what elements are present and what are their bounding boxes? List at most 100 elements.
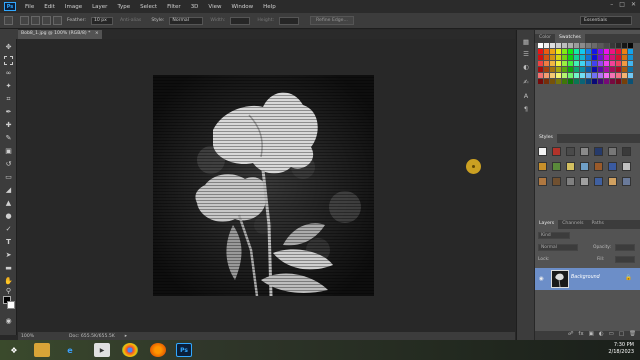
swatch[interactable] bbox=[544, 49, 549, 54]
menu-help[interactable]: Help bbox=[258, 4, 281, 10]
hand-tool-icon[interactable]: ✋ bbox=[4, 277, 13, 286]
menu-3d[interactable]: 3D bbox=[186, 4, 204, 10]
blend-mode-select[interactable]: Normal bbox=[538, 244, 578, 251]
swatch[interactable] bbox=[628, 43, 633, 48]
system-tray-clock[interactable]: 7:30 PM 2/18/2023 bbox=[608, 342, 634, 356]
file-explorer-icon[interactable] bbox=[34, 343, 50, 357]
swatch[interactable] bbox=[580, 73, 585, 78]
marquee-preset-icon[interactable] bbox=[4, 16, 13, 25]
style-preset[interactable] bbox=[594, 162, 603, 171]
close-icon[interactable]: ✕ bbox=[631, 1, 636, 8]
lasso-tool-icon[interactable]: ∞ bbox=[4, 69, 13, 78]
path-selection-tool-icon[interactable]: ➤ bbox=[4, 251, 13, 260]
swatch[interactable] bbox=[622, 67, 627, 72]
swatch[interactable] bbox=[562, 79, 567, 84]
swatch[interactable] bbox=[538, 79, 543, 84]
add-selection-icon[interactable] bbox=[31, 16, 40, 25]
swatch[interactable] bbox=[556, 55, 561, 60]
new-selection-icon[interactable] bbox=[20, 16, 29, 25]
swatch[interactable] bbox=[568, 79, 573, 84]
style-preset[interactable] bbox=[538, 162, 547, 171]
layer-row-background[interactable]: ◉ Background 🔒 bbox=[535, 268, 640, 290]
swatch[interactable] bbox=[562, 73, 567, 78]
swatch[interactable] bbox=[610, 67, 615, 72]
style-select[interactable]: Normal bbox=[169, 16, 204, 25]
styles-grid[interactable] bbox=[538, 147, 636, 207]
swatch[interactable] bbox=[562, 55, 567, 60]
swatch[interactable] bbox=[616, 55, 621, 60]
swatch[interactable] bbox=[622, 61, 627, 66]
swatch[interactable] bbox=[628, 49, 633, 54]
swatch[interactable] bbox=[544, 67, 549, 72]
zoom-tool-icon[interactable]: ⚲ bbox=[4, 287, 13, 296]
style-preset[interactable] bbox=[580, 177, 589, 186]
swatch[interactable] bbox=[562, 61, 567, 66]
swatch[interactable] bbox=[610, 61, 615, 66]
workspace-select[interactable]: Essentials bbox=[580, 16, 632, 25]
swatch[interactable] bbox=[610, 49, 615, 54]
tab-channels[interactable]: Channels bbox=[558, 220, 587, 229]
style-preset[interactable] bbox=[552, 162, 561, 171]
swatch[interactable] bbox=[574, 61, 579, 66]
swatch[interactable] bbox=[586, 49, 591, 54]
swatch[interactable] bbox=[568, 43, 573, 48]
swatch[interactable] bbox=[610, 43, 615, 48]
eraser-tool-icon[interactable]: ▭ bbox=[4, 173, 13, 182]
background-color-swatch[interactable] bbox=[7, 301, 15, 309]
swatch[interactable] bbox=[544, 43, 549, 48]
minimize-icon[interactable]: – bbox=[610, 1, 613, 8]
swatch[interactable] bbox=[562, 43, 567, 48]
swatch[interactable] bbox=[538, 43, 543, 48]
menu-type[interactable]: Type bbox=[112, 4, 135, 10]
swatch[interactable] bbox=[604, 61, 609, 66]
swatch[interactable] bbox=[598, 55, 603, 60]
intersect-selection-icon[interactable] bbox=[53, 16, 62, 25]
swatch[interactable] bbox=[586, 67, 591, 72]
swatch[interactable] bbox=[586, 61, 591, 66]
group-icon[interactable]: ▭ bbox=[609, 331, 614, 340]
document-tab[interactable]: Bob8_1.jpg @ 100% (RGB/8) * × bbox=[18, 30, 102, 39]
tab-color[interactable]: Color bbox=[535, 34, 555, 43]
style-preset[interactable] bbox=[622, 147, 631, 156]
style-preset[interactable] bbox=[622, 177, 631, 186]
document-image[interactable] bbox=[153, 75, 374, 296]
swatch[interactable] bbox=[538, 55, 543, 60]
internet-explorer-icon[interactable]: e bbox=[62, 343, 78, 357]
link-layers-icon[interactable]: ☍ bbox=[568, 331, 574, 340]
swatch[interactable] bbox=[622, 43, 627, 48]
style-preset[interactable] bbox=[608, 147, 617, 156]
swatch[interactable] bbox=[550, 49, 555, 54]
swatch[interactable] bbox=[580, 49, 585, 54]
swatch[interactable] bbox=[586, 73, 591, 78]
mask-icon[interactable]: ▣ bbox=[589, 331, 594, 340]
swatch[interactable] bbox=[622, 73, 627, 78]
swatch[interactable] bbox=[598, 49, 603, 54]
swatch[interactable] bbox=[550, 67, 555, 72]
swatch[interactable] bbox=[604, 67, 609, 72]
swatch[interactable] bbox=[574, 73, 579, 78]
feather-input[interactable]: 10 px bbox=[90, 16, 113, 25]
brush-tool-icon[interactable]: ✎ bbox=[4, 134, 13, 143]
swatch[interactable] bbox=[628, 73, 633, 78]
antialias-checkbox[interactable]: Anti-alias bbox=[120, 18, 141, 23]
swatch[interactable] bbox=[628, 67, 633, 72]
swatch[interactable] bbox=[556, 73, 561, 78]
swatch[interactable] bbox=[556, 49, 561, 54]
swatch[interactable] bbox=[598, 43, 603, 48]
swatch[interactable] bbox=[574, 43, 579, 48]
swatch[interactable] bbox=[580, 61, 585, 66]
paragraph-panel-icon[interactable]: ¶ bbox=[521, 105, 531, 114]
refine-edge-button[interactable]: Refine Edge... bbox=[310, 16, 354, 25]
layer-filter-kind[interactable]: Kind bbox=[538, 232, 570, 239]
menu-file[interactable]: File bbox=[20, 4, 39, 10]
swatch[interactable] bbox=[592, 61, 597, 66]
style-preset[interactable] bbox=[622, 162, 631, 171]
swatch[interactable] bbox=[574, 55, 579, 60]
type-tool-icon[interactable]: T bbox=[4, 238, 13, 247]
swatch[interactable] bbox=[556, 67, 561, 72]
clone-stamp-tool-icon[interactable]: ▣ bbox=[4, 147, 13, 156]
photoshop-taskbar-icon[interactable]: Ps bbox=[176, 343, 192, 357]
start-button-icon[interactable]: ❖ bbox=[6, 343, 22, 357]
swatch[interactable] bbox=[538, 49, 543, 54]
pen-tool-icon[interactable]: ✓ bbox=[4, 225, 13, 234]
